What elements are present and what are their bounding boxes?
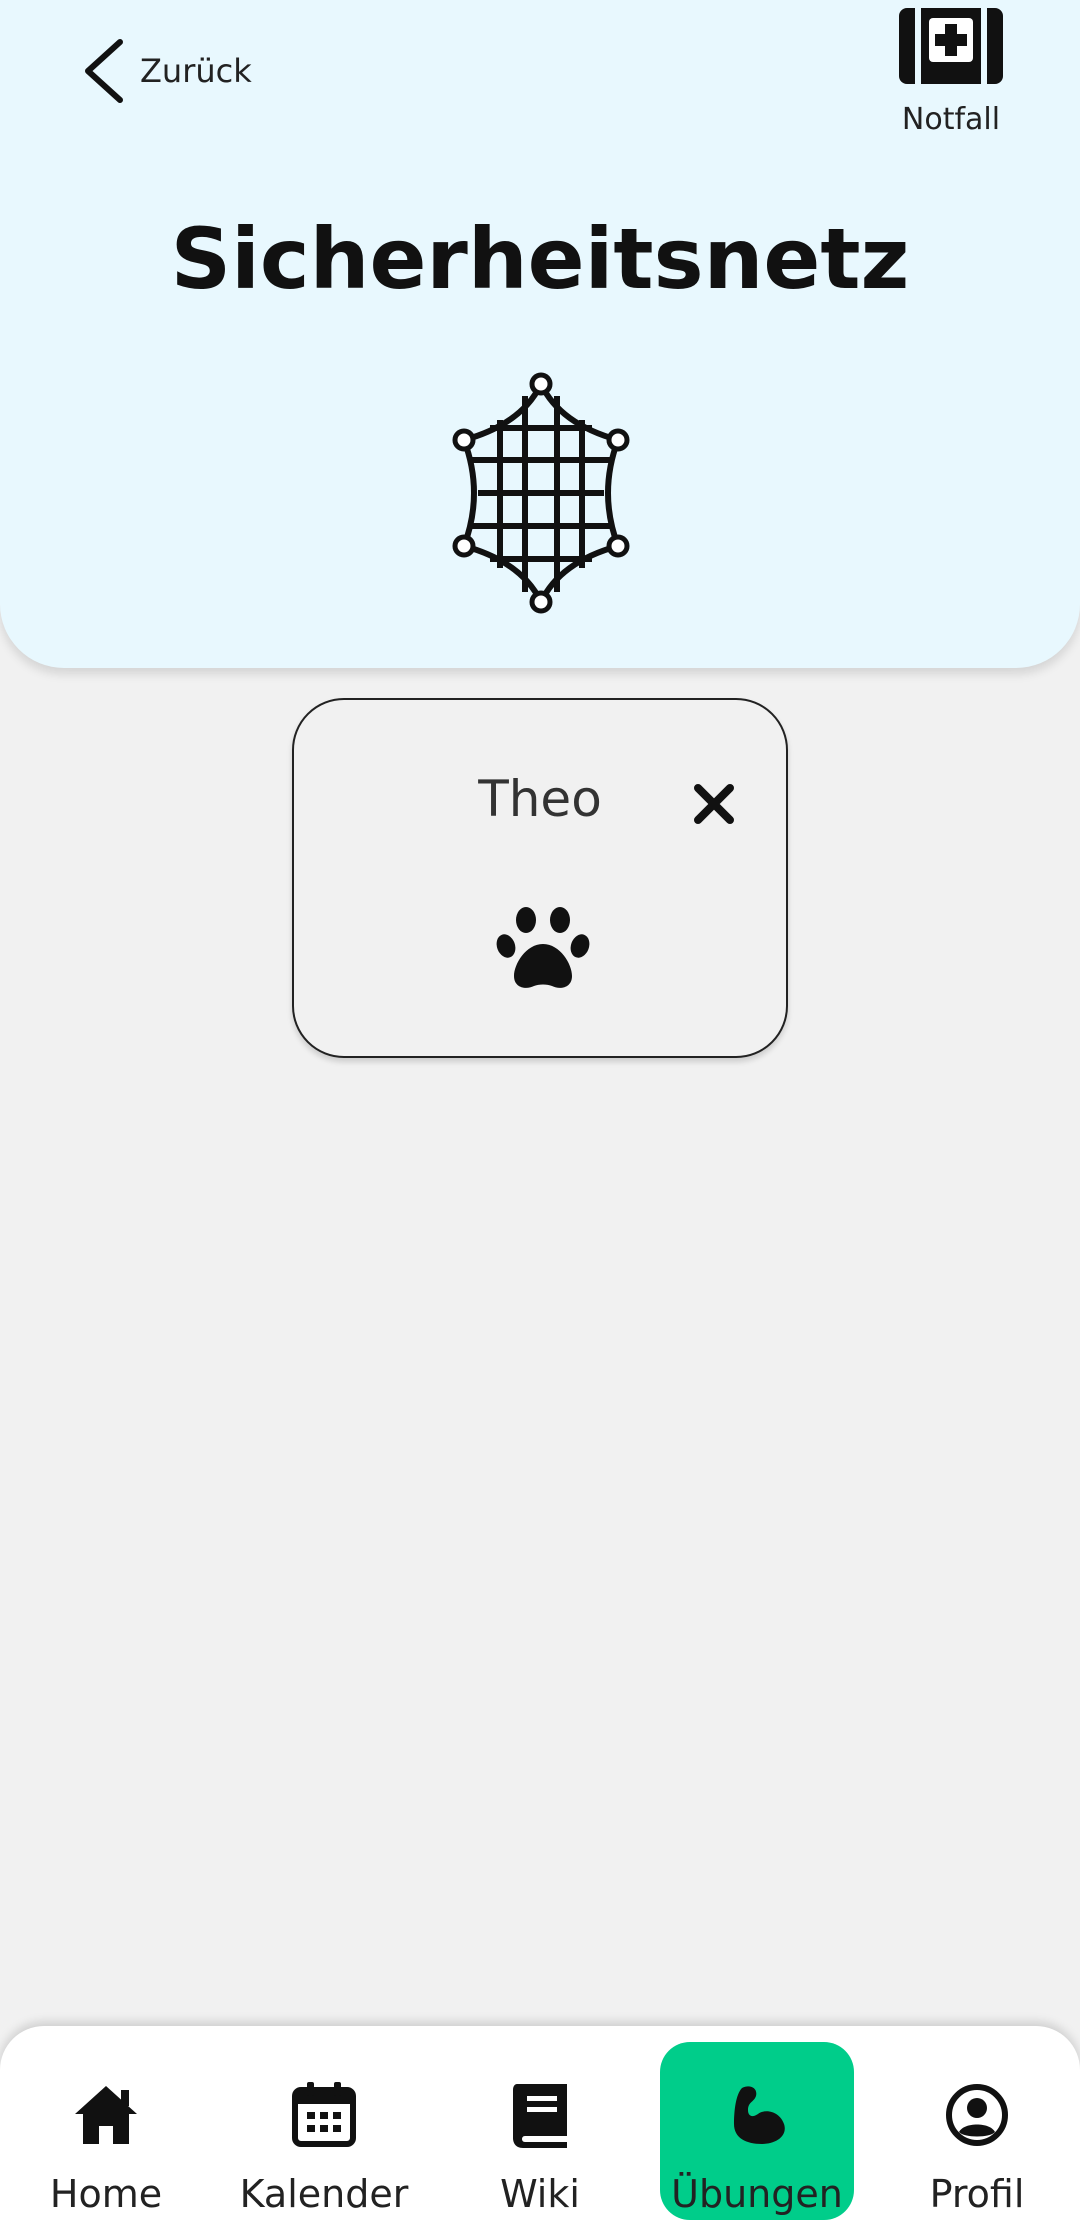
nav-item-wiki[interactable]: Wiki: [480, 2042, 600, 2220]
emergency-button[interactable]: Notfall: [886, 6, 1016, 137]
nav-item-exercises[interactable]: Übungen: [660, 2042, 854, 2220]
emergency-label: Notfall: [901, 102, 1001, 137]
nav-item-home[interactable]: Home: [36, 2042, 176, 2220]
bottom-navigation: Home Kalender Wiki Übungen Profil: [0, 2026, 1080, 2232]
back-button[interactable]: Zurück: [76, 36, 252, 106]
calendar-icon: [292, 2082, 356, 2147]
close-icon[interactable]: [692, 782, 736, 826]
chevron-left-icon: [85, 39, 123, 103]
first-aid-kit-icon: [899, 8, 1003, 84]
safety-net-icon: [452, 372, 630, 614]
page-title: Sicherheitsnetz: [170, 210, 910, 308]
profile-icon: [946, 2084, 1008, 2146]
nav-label-calendar: Kalender: [239, 2172, 409, 2216]
nav-label-wiki: Wiki: [500, 2172, 580, 2216]
nav-label-home: Home: [49, 2172, 163, 2216]
nav-item-profile[interactable]: Profil: [910, 2042, 1044, 2220]
book-icon: [513, 2084, 567, 2148]
paw-icon: [496, 907, 590, 988]
muscle-icon: [734, 2086, 785, 2144]
header: Zurück Notfall Sicherheitsnetz: [0, 0, 1080, 668]
home-icon: [75, 2086, 137, 2144]
nav-label-exercises: Übungen: [671, 2172, 843, 2216]
contact-card[interactable]: Theo: [292, 698, 788, 1058]
nav-label-profile: Profil: [929, 2172, 1025, 2216]
nav-item-calendar[interactable]: Kalender: [232, 2042, 416, 2220]
back-label: Zurück: [140, 52, 252, 90]
